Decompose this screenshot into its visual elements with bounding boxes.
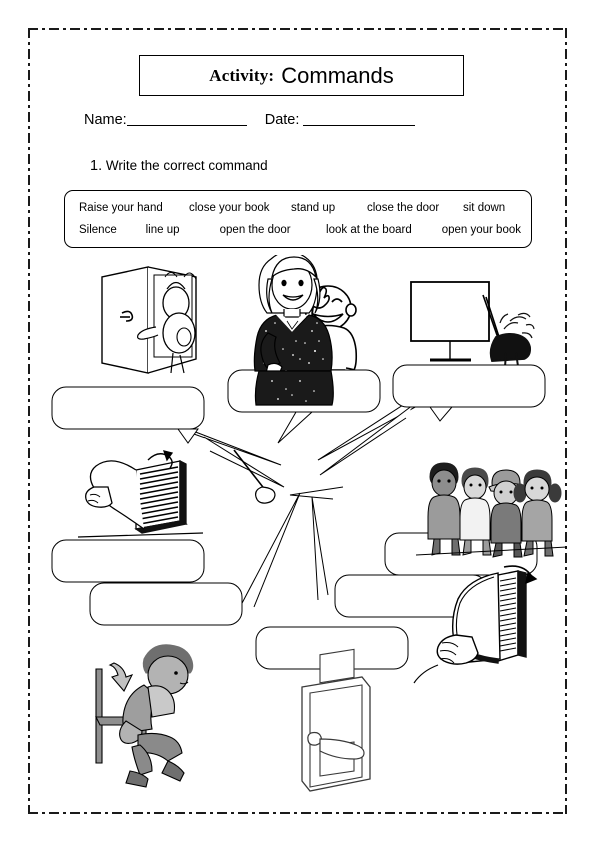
- instruction-text: Write the correct command: [105, 158, 268, 173]
- date-label: Date:: [264, 112, 300, 128]
- answer-bubble-4[interactable]: [51, 539, 205, 583]
- title-topic: Commands: [281, 62, 394, 88]
- instruction: 1. Write the correct command: [90, 158, 268, 174]
- word-bank-item: look at the board: [326, 224, 412, 236]
- word-bank-item: stand up: [291, 202, 336, 214]
- word-bank-item: sit down: [463, 202, 506, 214]
- line-up-illustration: [415, 462, 567, 558]
- title-activity-label: Activity:: [209, 65, 275, 85]
- instruction-number: 1.: [90, 158, 103, 174]
- word-bank-item: open the door: [219, 224, 291, 236]
- word-bank-item: Raise your hand: [79, 202, 163, 214]
- name-input-line[interactable]: [126, 125, 247, 126]
- word-bank-item: close your book: [189, 202, 270, 214]
- answer-bubble-6[interactable]: [89, 582, 243, 626]
- open-the-door-illustration: [101, 266, 197, 374]
- answer-bubble-3[interactable]: [392, 364, 546, 408]
- word-bank-box: Raise your hand close your book stand up…: [64, 190, 532, 248]
- sit-down-illustration: [95, 644, 194, 788]
- look-at-the-board-illustration: [410, 281, 535, 368]
- close-the-door-illustration: [301, 648, 371, 792]
- open-your-book-illustration: [77, 450, 204, 538]
- word-bank-item: close the door: [367, 202, 440, 214]
- word-bank-row-1: Raise your hand close your book stand up…: [79, 202, 521, 214]
- answer-bubble-1[interactable]: [51, 386, 205, 430]
- word-bank-item: line up: [145, 224, 180, 236]
- name-date-line: Name: Date:: [84, 112, 416, 128]
- name-label: Name:: [84, 112, 127, 128]
- commands-diagram: [28, 255, 567, 795]
- title-box: Activity: Commands: [139, 55, 464, 96]
- word-bank-item: open your book: [441, 224, 521, 236]
- date-input-line[interactable]: [303, 125, 416, 126]
- word-bank-row-2: Silence line up open the door look at th…: [79, 224, 521, 236]
- word-bank-item: Silence: [79, 224, 117, 236]
